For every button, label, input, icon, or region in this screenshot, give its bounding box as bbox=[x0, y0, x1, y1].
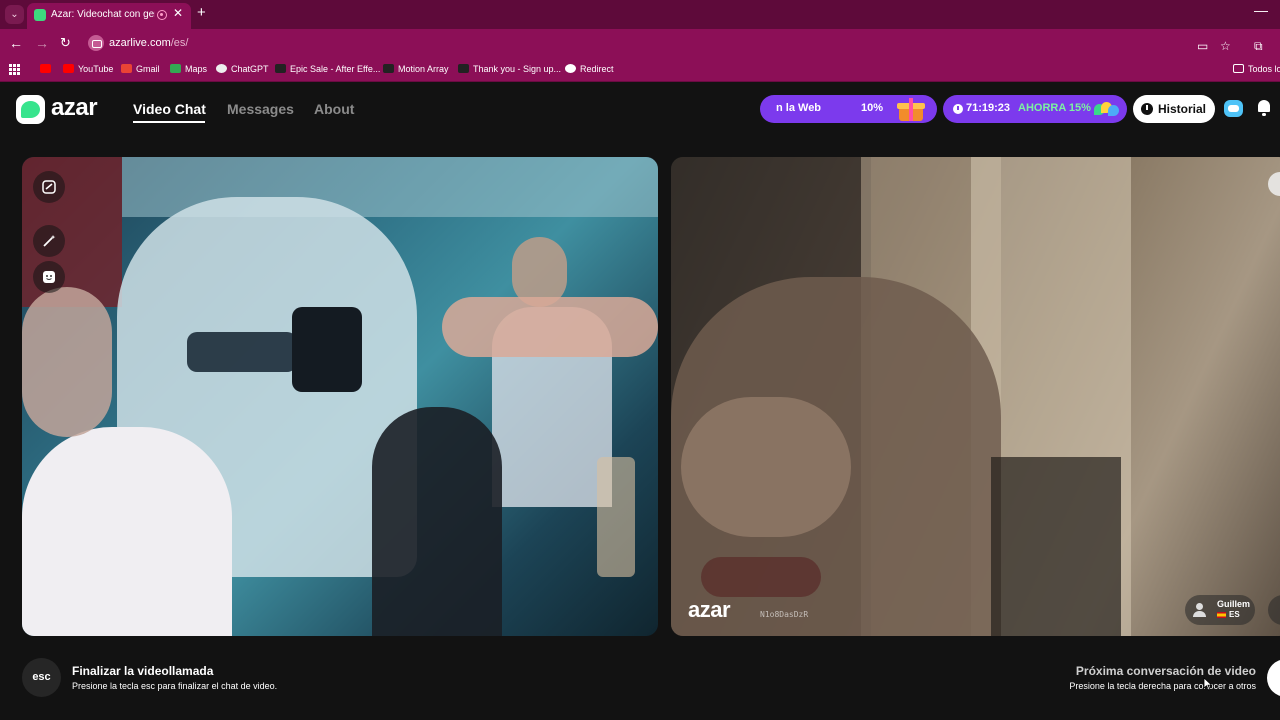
clock-icon bbox=[953, 104, 963, 114]
bookmark-chatgpt[interactable]: ChatGPT bbox=[216, 64, 269, 78]
history-label: Historial bbox=[1158, 102, 1207, 116]
forward-icon[interactable]: → bbox=[35, 34, 49, 52]
end-call-esc-button[interactable]: esc bbox=[22, 658, 61, 697]
history-button[interactable]: Historial bbox=[1133, 95, 1215, 123]
next-chat-description: Presione la tecla derecha para conocer a… bbox=[1069, 681, 1256, 691]
site-info-icon[interactable] bbox=[88, 35, 104, 51]
gems-icon bbox=[1094, 102, 1120, 116]
close-tab-icon[interactable]: ✕ bbox=[173, 6, 183, 20]
nav-messages[interactable]: Messages bbox=[227, 101, 294, 117]
effects-button[interactable] bbox=[33, 225, 65, 257]
magic-wand-icon bbox=[43, 235, 56, 247]
url-text: azarlive.com/es/ bbox=[109, 37, 189, 49]
extensions-icon[interactable]: ⧉ bbox=[1254, 39, 1263, 54]
web-promo-percent: 10% bbox=[861, 102, 884, 114]
cast-icon[interactable]: ▭ bbox=[1197, 39, 1208, 53]
partner-info-button[interactable] bbox=[1268, 172, 1280, 196]
partner-profile-chip[interactable]: Guillem ES bbox=[1185, 595, 1255, 625]
switch-camera-button[interactable] bbox=[33, 171, 65, 203]
end-call-title: Finalizar la videollamada bbox=[72, 664, 214, 678]
spain-flag-icon bbox=[1217, 612, 1226, 618]
apps-grid-icon[interactable] bbox=[9, 64, 20, 75]
back-icon[interactable]: ← bbox=[9, 34, 23, 52]
web-discount-banner[interactable]: n la Web 10% bbox=[760, 95, 937, 123]
tab-title: Azar: Videochat con gente nueva bbox=[51, 9, 155, 20]
bookmark-youtube[interactable]: YouTube bbox=[63, 64, 113, 78]
partner-country: ES bbox=[1229, 610, 1240, 619]
chat-bubble-icon[interactable] bbox=[1224, 100, 1243, 117]
limited-offer-banner[interactable]: 71:19:23 AHORRA 15% bbox=[943, 95, 1127, 123]
history-clock-icon bbox=[1141, 103, 1153, 115]
bookmark-motion-array[interactable]: Motion Array bbox=[383, 64, 449, 78]
end-call-description: Presione la tecla esc para finalizar el … bbox=[72, 681, 278, 691]
recording-indicator-icon bbox=[157, 10, 167, 20]
bell-icon[interactable] bbox=[1257, 99, 1271, 117]
gift-box-icon bbox=[897, 98, 925, 122]
browser-toolbar: ← → ↻ azarlive.com/es/ ▭ ☆ ⧉ bbox=[0, 29, 1280, 58]
browser-tabstrip: ⌄ Azar: Videochat con gente nueva ✕ + — bbox=[0, 0, 1280, 29]
local-video bbox=[22, 157, 658, 636]
swap-camera-icon bbox=[42, 180, 56, 194]
bookmark-youtube-icon[interactable] bbox=[40, 64, 55, 78]
tab-search-button[interactable]: ⌄ bbox=[5, 5, 24, 24]
sticker-button[interactable] bbox=[33, 261, 65, 293]
reload-icon[interactable]: ↻ bbox=[60, 34, 71, 52]
azar-watermark: azar bbox=[688, 597, 731, 622]
smiley-icon bbox=[43, 271, 55, 283]
session-id: N1o8DasDzR bbox=[760, 610, 809, 619]
site-header: azar Video Chat Messages About n la Web … bbox=[0, 83, 1280, 143]
web-promo-text: n la Web bbox=[776, 102, 822, 114]
nav-about[interactable]: About bbox=[314, 101, 354, 117]
user-avatar-icon bbox=[1193, 603, 1206, 617]
azar-logo-icon[interactable] bbox=[16, 95, 45, 124]
partner-name: Guillem bbox=[1217, 599, 1251, 609]
minimize-window-icon[interactable]: — bbox=[1254, 2, 1268, 18]
address-bar[interactable]: azarlive.com/es/ ▭ ☆ ⧉ bbox=[84, 31, 1278, 56]
all-bookmarks-folder[interactable]: Todos los bbox=[1233, 64, 1280, 78]
bookmark-maps[interactable]: Maps bbox=[170, 64, 207, 78]
new-tab-button[interactable]: + bbox=[197, 4, 206, 21]
message-button[interactable] bbox=[1268, 595, 1280, 625]
azar-logo-text[interactable]: azar bbox=[51, 94, 98, 122]
azar-favicon-icon bbox=[34, 9, 46, 21]
nav-active-underline bbox=[133, 121, 205, 123]
bookmark-gmail[interactable]: Gmail bbox=[121, 64, 160, 78]
offer-countdown: 71:19:23 bbox=[966, 102, 1011, 114]
nav-video-chat[interactable]: Video Chat bbox=[133, 101, 206, 117]
mouse-cursor-icon bbox=[1203, 677, 1213, 691]
remote-video: azar N1o8DasDzR Guillem ES bbox=[671, 157, 1280, 636]
next-chat-button[interactable] bbox=[1267, 659, 1280, 697]
bookmark-redirect[interactable]: Redirect bbox=[565, 64, 614, 78]
bookmark-thank-you[interactable]: Thank you - Sign up... bbox=[458, 64, 561, 78]
bookmark-star-icon[interactable]: ☆ bbox=[1220, 39, 1231, 53]
bookmarks-bar: YouTube Gmail Maps ChatGPT Epic Sale - A… bbox=[0, 58, 1280, 82]
bookmark-epic-sale[interactable]: Epic Sale - After Effe... bbox=[275, 64, 380, 78]
offer-savings: AHORRA 15% bbox=[1018, 102, 1091, 114]
next-chat-title: Próxima conversación de video bbox=[1075, 664, 1256, 678]
browser-tab-active[interactable]: Azar: Videochat con gente nueva ✕ bbox=[27, 3, 191, 29]
